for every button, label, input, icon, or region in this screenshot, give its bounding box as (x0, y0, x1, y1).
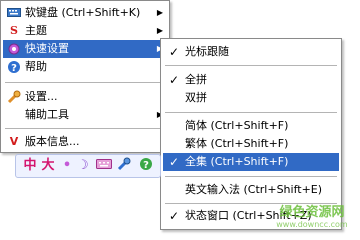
menu-item-label: 辅助工具 (25, 108, 69, 121)
submenu-item-simplified[interactable]: 简体 (Ctrl+Shift+F) (163, 117, 339, 135)
tools-button[interactable] (116, 157, 132, 175)
keyboard-icon (7, 6, 21, 20)
submenu-item-label: 全拼 (185, 73, 207, 86)
submenu-item-label: 光标跟随 (185, 45, 229, 58)
menu-separator (5, 128, 165, 130)
submenu-item-label: 繁体 (Ctrl+Shift+F) (185, 137, 289, 150)
width-toggle-button[interactable]: 大 (40, 157, 56, 175)
watermark-text-cn: 绿色资源网 (279, 204, 344, 220)
ime-status-bar: 中 大 • ☽ ? (15, 154, 161, 178)
submenu-item-full-set[interactable]: ✓ 全集 (Ctrl+Shift+F) (163, 153, 339, 171)
menu-separator (165, 65, 337, 67)
submenu-item-english-input[interactable]: 英文输入法 (Ctrl+Shift+E) (163, 181, 339, 199)
theme-icon: S (10, 24, 18, 37)
menu-item-label: 快速设置 (25, 42, 69, 55)
submenu-item-label: 英文输入法 (Ctrl+Shift+E) (185, 183, 323, 196)
menu-separator (165, 176, 337, 178)
version-icon: V (9, 135, 19, 148)
submenu-item-label: 双拼 (185, 91, 207, 104)
menu-item-quick-settings[interactable]: 快速设置 ▶ (3, 40, 167, 58)
punctuation-toggle-button[interactable]: • (60, 157, 74, 175)
watermark-text-url: www.downcc.com (276, 220, 348, 229)
menu-item-label: 设置... (25, 90, 58, 103)
menu-item-label: 主题 (25, 24, 47, 37)
check-icon: ✓ (168, 73, 180, 87)
menu-separator (5, 82, 165, 84)
menu-item-label: 版本信息... (25, 135, 80, 148)
menu-item-settings[interactable]: 设置... (3, 88, 167, 106)
menu-item-theme[interactable]: S 主题 ▶ (3, 22, 167, 40)
menu-item-label: 软键盘 (Ctrl+Shift+K) (25, 6, 141, 19)
submenu-item-traditional[interactable]: 繁体 (Ctrl+Shift+F) (163, 135, 339, 153)
menu-item-help[interactable]: ? 帮助 (3, 58, 167, 76)
submenu-item-cursor-follow[interactable]: ✓ 光标跟随 (163, 43, 339, 61)
soft-keyboard-icon (96, 159, 112, 169)
submenu-item-double-pinyin[interactable]: 双拼 (163, 89, 339, 107)
help-button[interactable]: ? (138, 157, 154, 175)
menu-item-label: 帮助 (25, 60, 47, 73)
submenu-item-label: 简体 (Ctrl+Shift+F) (185, 119, 289, 132)
keyboard-button[interactable] (96, 157, 112, 175)
menu-separator (165, 112, 337, 114)
wrench-icon (7, 90, 21, 104)
menu-item-version[interactable]: V 版本信息... (3, 133, 167, 151)
wrench-icon (117, 157, 131, 171)
submenu-item-full-pinyin[interactable]: ✓ 全拼 (163, 71, 339, 89)
check-icon: ✓ (168, 209, 180, 223)
chevron-right-icon: ▶ (156, 8, 163, 17)
help-icon: ? (140, 158, 152, 171)
menu-item-soft-keyboard[interactable]: 软键盘 (Ctrl+Shift+K) ▶ (3, 4, 167, 22)
mode-toggle-button[interactable]: 中 (22, 157, 38, 175)
check-icon: ✓ (168, 155, 180, 169)
gear-icon (7, 42, 21, 56)
moon-button[interactable]: ☽ (76, 157, 90, 175)
submenu-item-label: 全集 (Ctrl+Shift+F) (185, 155, 289, 168)
menu-item-tools[interactable]: 辅助工具 ▶ (3, 106, 167, 124)
help-icon: ? (7, 60, 21, 74)
svg-text:?: ? (143, 160, 149, 171)
svg-text:?: ? (11, 63, 17, 74)
check-icon: ✓ (168, 45, 180, 59)
watermark-logo: 绿色资源网 www.downcc.com (268, 202, 356, 230)
context-menu: 软键盘 (Ctrl+Shift+K) ▶ S 主题 ▶ 快速设置 ▶ ? 帮助 … (0, 0, 170, 153)
